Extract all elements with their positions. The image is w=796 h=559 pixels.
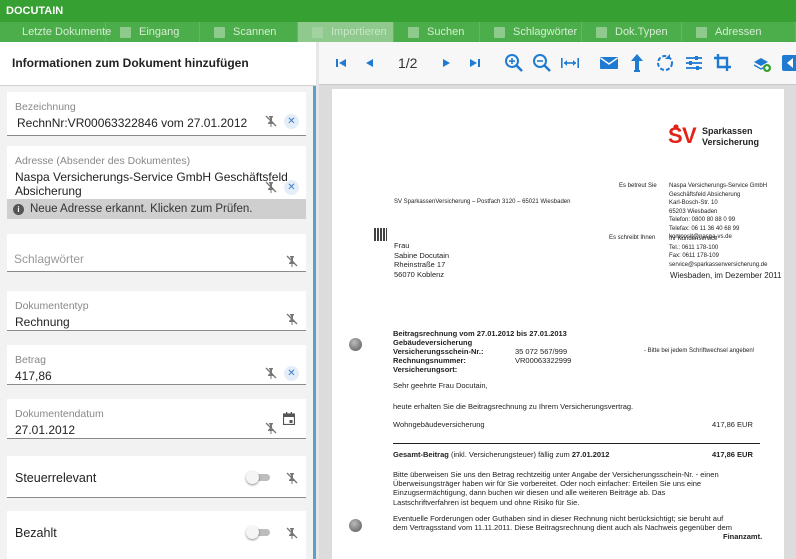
betrag-field[interactable]: Betrag 417,86 ✕ [7, 345, 306, 385]
recipient-address: Frau Sabine Docutain Rheinstraße 17 5607… [394, 241, 450, 279]
notes-paragraph: Eventuelle Forderungen oder Guthaben sin… [393, 514, 732, 533]
tab-importieren[interactable]: Importieren [298, 22, 394, 42]
qr-code-icon [374, 228, 387, 241]
scan-icon [214, 26, 225, 38]
document-viewer: 1/2 SV Sparkassen Versicherung SV Sparka… [319, 42, 796, 559]
return-address: SV SparkassenVersicherung – Postfach 312… [394, 199, 571, 205]
schlagwoerter-placeholder: Schlagwörter [14, 252, 85, 266]
add-to-stack-icon[interactable] [752, 53, 772, 73]
zoom-in-icon[interactable] [504, 53, 524, 73]
page-indicator: 1/2 [398, 55, 418, 71]
pin-off-icon[interactable] [265, 181, 277, 193]
clear-icon[interactable]: ✕ [284, 180, 299, 195]
adresse-label: Adresse (Absender des Dokumentes) [15, 155, 191, 167]
panel-title: Informationen zum Dokument hinzufügen [12, 56, 249, 70]
upload-icon[interactable] [627, 53, 647, 73]
tab-schlagwoerter[interactable]: Schlagwörter [480, 22, 582, 42]
schreibt-label: Es schreibt Ihnen [609, 235, 656, 241]
adresse-line1[interactable]: Naspa Versicherungs-Service GmbH Geschäf… [15, 170, 288, 185]
adresse-line2[interactable]: Absicherung [15, 184, 82, 199]
clear-icon[interactable]: ✕ [284, 114, 299, 129]
crop-icon[interactable] [713, 53, 733, 73]
settings-sliders-icon[interactable] [684, 53, 704, 73]
tab-dok-typen[interactable]: Dok.Typen [582, 22, 682, 42]
greeting: Sehr geehrte Frau Docutain, [393, 381, 488, 390]
betrag-value[interactable]: 417,86 [15, 369, 52, 384]
viewer-toolbar: 1/2 [319, 42, 796, 85]
last-page-icon[interactable] [465, 53, 485, 73]
invoice-heading: Beitragsrechnung vom 27.01.2012 bis 27.0… [393, 329, 567, 338]
tab-scannen[interactable]: Scannen [200, 22, 298, 42]
document-page: SV Sparkassen Versicherung SV Sparkassen… [332, 89, 784, 559]
doctype-icon [596, 26, 607, 38]
pin-off-icon[interactable] [286, 313, 298, 325]
svg-text:V: V [682, 123, 697, 147]
dokumententyp-field[interactable]: Dokumententyp Rechnung [7, 291, 306, 331]
notice-text: Neue Adresse erkannt. Klicken zum Prüfen… [30, 203, 253, 215]
panel-scrollbar[interactable] [313, 86, 316, 559]
steuerrelevant-label: Steuerrelevant [15, 471, 97, 485]
next-document-icon[interactable] [781, 53, 796, 73]
new-address-notice[interactable]: i Neue Adresse erkannt. Klicken zum Prüf… [7, 199, 306, 219]
next-page-icon[interactable] [436, 53, 456, 73]
total-line: Gesamt-Beitrag (inkl. Versicherungsteuer… [393, 450, 610, 459]
first-page-icon[interactable] [331, 53, 351, 73]
dokumentendatum-value[interactable]: 27.01.2012 [15, 423, 75, 438]
punch-hole [349, 519, 362, 532]
main-nav: Letzte Dokumente Eingang Scannen Importi… [0, 22, 796, 42]
address-icon [696, 26, 707, 38]
panel-header: Informationen zum Dokument hinzufügen [0, 42, 316, 86]
tab-eingang[interactable]: Eingang [106, 22, 200, 42]
import-icon [312, 26, 323, 38]
punch-hole [349, 338, 362, 351]
search-icon [408, 26, 419, 38]
betreut-label: Es betreut Sie [619, 183, 657, 189]
betrag-label: Betrag [15, 354, 46, 366]
bezeichnung-value[interactable]: RechnNr:VR00063322846 vom 27.01.2012 [17, 116, 247, 131]
bezeichnung-label: Bezeichnung [15, 101, 76, 113]
schreibt-block: Ihr Kundenservice Tel.: 0611 178-100 Fax… [669, 236, 768, 268]
calendar-icon[interactable] [283, 412, 295, 425]
steuerrelevant-row: Steuerrelevant [7, 456, 306, 498]
bezeichnung-field[interactable]: Bezeichnung RechnNr:VR00063322846 vom 27… [7, 92, 306, 136]
app-title: DOCUTAIN [6, 5, 64, 17]
tab-letzte-dokumente[interactable]: Letzte Dokumente [0, 22, 111, 42]
payment-paragraph: Bitte überweisen Sie uns den Betrag rech… [393, 470, 719, 507]
rotate-icon[interactable] [655, 53, 675, 73]
tab-adressen[interactable]: Adressen [682, 22, 796, 42]
mail-icon[interactable] [599, 53, 619, 73]
info-icon: i [13, 203, 24, 215]
pin-off-icon[interactable] [286, 255, 298, 267]
pin-off-icon[interactable] [265, 115, 277, 127]
pin-off-icon[interactable] [286, 472, 298, 484]
zoom-out-icon[interactable] [532, 53, 552, 73]
inbox-icon [120, 26, 131, 38]
brand-line1: Sparkassen [702, 126, 753, 136]
bezahlt-toggle[interactable] [246, 526, 270, 539]
previous-page-icon[interactable] [359, 53, 379, 73]
betreut-block: Naspa Versicherungs-Service GmbH Geschäf… [669, 183, 768, 240]
pin-off-icon[interactable] [265, 367, 277, 379]
schlagwoerter-field[interactable]: Schlagwörter [7, 234, 306, 272]
place-date: Wiesbaden, im Dezember 2011 [670, 271, 782, 280]
bezahlt-label: Bezahlt [15, 526, 57, 540]
app-title-bar: DOCUTAIN [0, 0, 796, 22]
pin-off-icon[interactable] [265, 422, 277, 434]
clear-icon[interactable]: ✕ [284, 366, 299, 381]
bezahlt-row: Bezahlt [7, 511, 306, 559]
dokumententyp-value[interactable]: Rechnung [15, 315, 70, 330]
tag-icon [494, 26, 505, 38]
document-info-panel: Informationen zum Dokument hinzufügen Be… [0, 42, 316, 559]
brand-line2: Versicherung [702, 137, 760, 147]
tab-suchen[interactable]: Suchen [394, 22, 480, 42]
steuerrelevant-toggle[interactable] [246, 471, 270, 484]
pin-off-icon[interactable] [286, 527, 298, 539]
total-divider [393, 443, 760, 444]
dokumentendatum-label: Dokumentendatum [15, 408, 104, 420]
adresse-field[interactable]: Adresse (Absender des Dokumentes) Naspa … [7, 146, 306, 199]
dokumententyp-label: Dokumententyp [15, 300, 89, 312]
fit-width-icon[interactable] [560, 53, 580, 73]
dokumentendatum-field[interactable]: Dokumentendatum 27.01.2012 [7, 399, 306, 439]
sparkassen-logo-icon: SV [668, 123, 702, 148]
